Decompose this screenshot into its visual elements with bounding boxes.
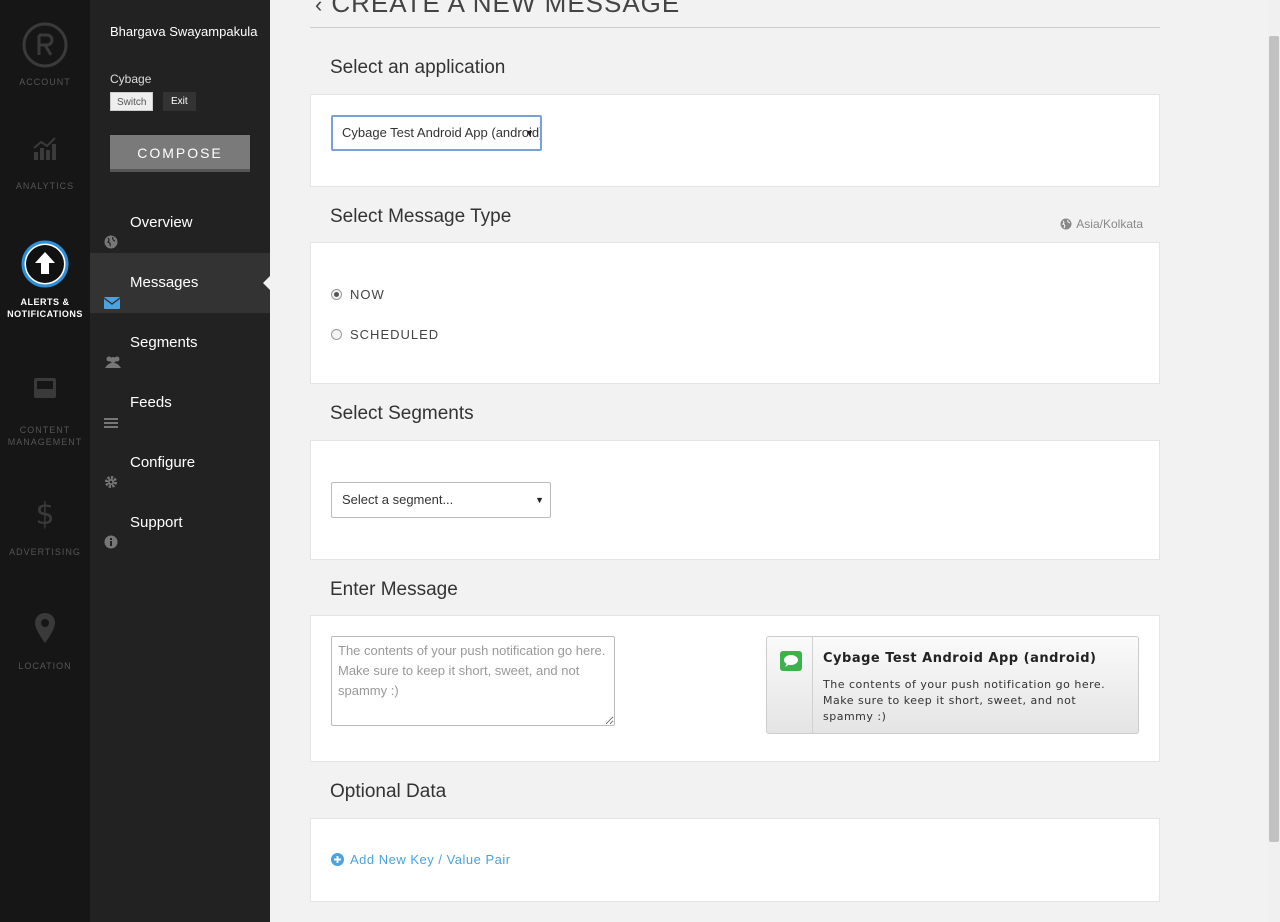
rail-item-content-management[interactable]: CONTENT MANAGEMENT [0, 376, 90, 448]
upload-arrow-icon [0, 240, 90, 288]
rail-label-analytics: ANALYTICS [15, 181, 75, 191]
caret-down-icon: ▼ [535, 495, 544, 505]
radio-scheduled-label: SCHEDULED [350, 327, 440, 342]
envelope-icon [103, 275, 121, 309]
add-key-value-link[interactable]: Add New Key / Value Pair [331, 852, 511, 867]
account-logo-icon [0, 22, 90, 68]
user-name: Bhargava Swayampakula [110, 24, 258, 39]
radio-unchecked-icon[interactable] [331, 329, 342, 340]
sidebar-item-label: Overview [130, 214, 193, 231]
select-message-type-heading: Select Message Type [330, 206, 512, 227]
title-divider [310, 27, 1160, 28]
timezone-label: Asia/Kolkata [1060, 217, 1143, 231]
rail-item-location[interactable]: LOCATION [0, 612, 90, 672]
sidebar-item-label: Messages [130, 274, 199, 291]
message-panel: Cybage Test Android App (android) The co… [310, 615, 1160, 762]
rail-item-advertising[interactable]: $ ADVERTISING [0, 496, 90, 558]
svg-text:$: $ [35, 497, 54, 530]
rail-item-account[interactable]: ACCOUNT [0, 22, 90, 88]
rail-label-location: LOCATION [18, 661, 72, 671]
sidebar-item-messages[interactable]: Messages [90, 253, 270, 313]
compose-button[interactable]: COMPOSE [110, 135, 250, 172]
optional-data-heading: Optional Data [330, 781, 447, 802]
rail-item-alerts-notifications[interactable]: ALERTS & NOTIFICATIONS [0, 240, 90, 320]
rail-label-content: CONTENT [19, 425, 71, 435]
scrollbar-thumb[interactable] [1269, 36, 1279, 842]
globe-icon [1060, 218, 1072, 230]
message-type-panel: NOW SCHEDULED [310, 242, 1160, 384]
back-chevron-icon[interactable]: ‹ [315, 0, 323, 17]
info-icon [104, 515, 120, 549]
segment-select-value: Select a segment... [342, 492, 454, 507]
preview-title: Cybage Test Android App (android) [823, 651, 1097, 666]
page-title-text: CREATE A NEW MESSAGE [331, 0, 681, 18]
rail-label-management: MANAGEMENT [7, 437, 83, 447]
org-name: Cybage [110, 72, 152, 86]
inbox-tray-icon [0, 376, 90, 400]
application-select[interactable]: Cybage Test Android App (android) ▼ [331, 115, 542, 151]
plus-circle-icon [331, 853, 344, 866]
main-content: ‹ CREATE A NEW MESSAGE Select an applicat… [270, 0, 1268, 922]
timezone-text: Asia/Kolkata [1076, 217, 1143, 231]
dollar-icon: $ [0, 496, 90, 530]
application-select-value: Cybage Test Android App (android) [342, 125, 540, 140]
rail-item-analytics[interactable]: ANALYTICS [0, 136, 90, 192]
gear-icon [104, 455, 120, 488]
chat-bubble-icon [780, 651, 802, 671]
users-icon [104, 335, 121, 368]
notification-preview: Cybage Test Android App (android) The co… [766, 636, 1139, 734]
select-segments-heading: Select Segments [330, 403, 474, 424]
segment-select[interactable]: Select a segment... ▼ [331, 482, 551, 518]
enter-message-heading: Enter Message [330, 579, 458, 600]
list-icon [104, 395, 120, 428]
exit-button[interactable]: Exit [163, 92, 196, 111]
radio-now-label: NOW [350, 287, 385, 302]
sidebar-item-feeds[interactable]: Feeds [90, 373, 270, 433]
section-sidebar: Bhargava Swayampakula Cybage Switch Exit… [90, 0, 270, 922]
sidebar-item-label: Feeds [130, 394, 172, 411]
rail-label-advertising: ADVERTISING [9, 547, 81, 557]
message-textarea[interactable] [331, 636, 615, 726]
segments-panel: Select a segment... ▼ [310, 440, 1160, 560]
page-scrollbar[interactable] [1268, 0, 1280, 922]
sidebar-item-label: Support [130, 514, 183, 531]
preview-icon-column [767, 637, 813, 733]
select-application-heading: Select an application [330, 57, 506, 78]
radio-now[interactable]: NOW [331, 287, 385, 302]
sidebar-item-overview[interactable]: Overview [90, 193, 270, 253]
sidebar-item-label: Segments [130, 334, 198, 351]
sidebar-item-support[interactable]: Support [90, 493, 270, 553]
sidebar-item-label: Configure [130, 454, 196, 471]
map-pin-icon [0, 612, 90, 644]
optional-data-panel: Add New Key / Value Pair [310, 818, 1160, 902]
switch-button[interactable]: Switch [110, 92, 154, 111]
rail-label-notifications: NOTIFICATIONS [7, 309, 83, 319]
globe-icon [104, 215, 120, 249]
rail-label-account: ACCOUNT [19, 77, 71, 87]
analytics-chart-icon [0, 136, 90, 162]
preview-body: The contents of your push notification g… [823, 678, 1106, 723]
caret-down-icon: ▼ [525, 128, 534, 138]
sidebar-item-segments[interactable]: Segments [90, 313, 270, 373]
radio-scheduled[interactable]: SCHEDULED [331, 327, 439, 342]
add-key-value-label: Add New Key / Value Pair [350, 852, 511, 867]
page-title: ‹ CREATE A NEW MESSAGE [315, 0, 680, 19]
app-icon-rail: ACCOUNT ANALYTICS ALERTS & NOTIFICATIONS… [0, 0, 90, 922]
sidebar-item-configure[interactable]: Configure [90, 433, 270, 493]
radio-checked-icon[interactable] [331, 289, 342, 300]
rail-label-alerts: ALERTS & [20, 297, 70, 307]
application-panel: Cybage Test Android App (android) ▼ [310, 94, 1160, 187]
